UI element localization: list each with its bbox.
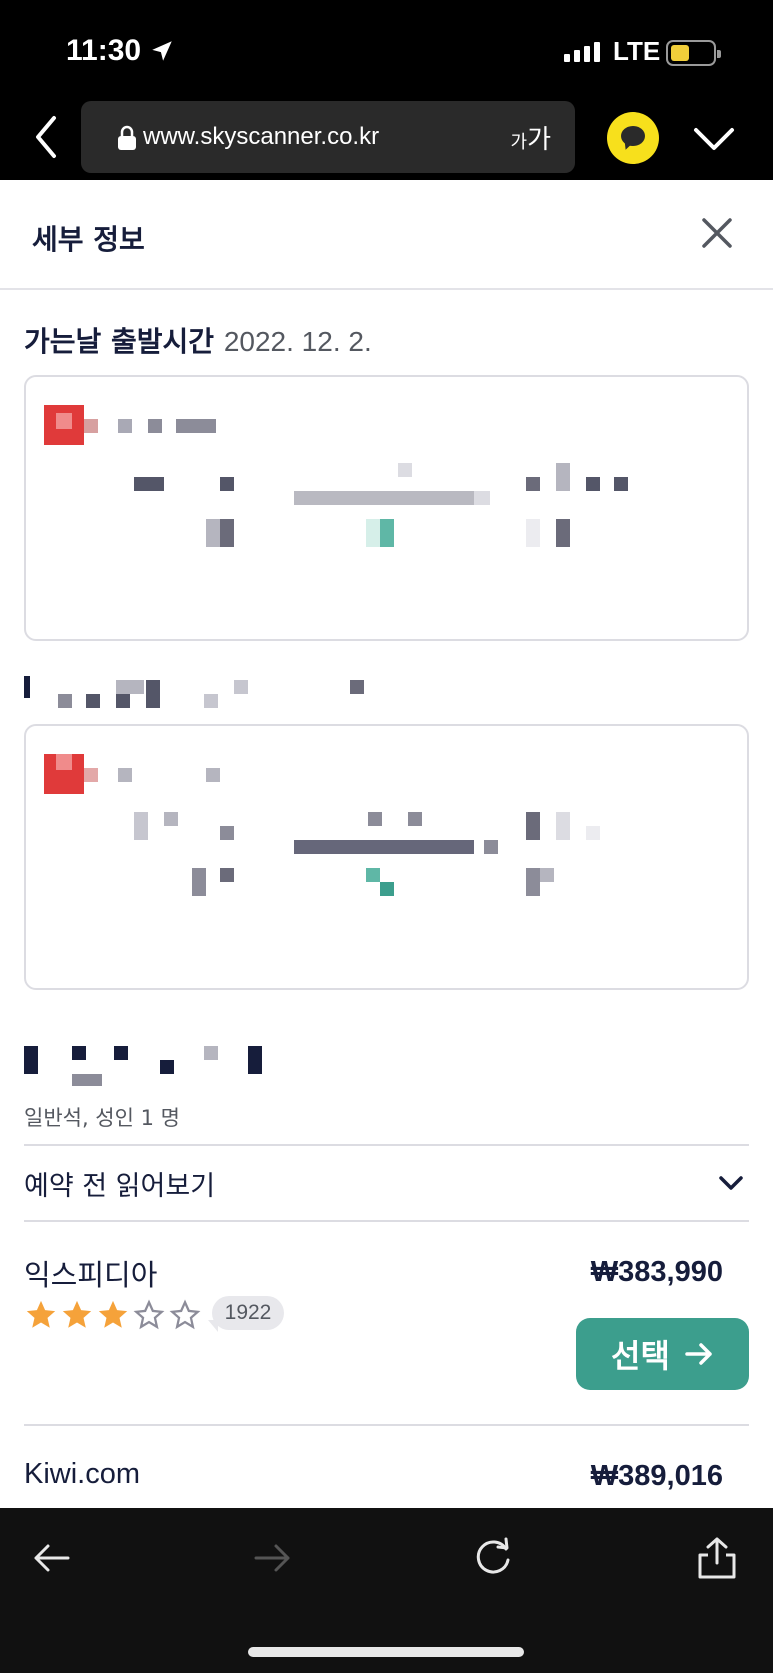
- provider-price: ₩389,016: [590, 1460, 723, 1492]
- flight-leg-card[interactable]: [24, 375, 749, 641]
- forward-arrow-icon[interactable]: [250, 1535, 296, 1581]
- star-empty-icon: [133, 1299, 165, 1330]
- flight-route-line: [294, 491, 474, 505]
- arrow-right-icon: [685, 1343, 712, 1365]
- text-size-button[interactable]: 가가: [511, 119, 551, 156]
- kakaotalk-share-button[interactable]: [607, 112, 659, 164]
- star-filled-icon: [98, 1300, 128, 1328]
- select-button[interactable]: 선택: [576, 1318, 749, 1390]
- star-filled-icon: [62, 1300, 92, 1328]
- page-title: 세부 정보: [32, 223, 145, 256]
- outbound-date: 2022. 12. 2.: [223, 326, 372, 357]
- clock: 11:30: [66, 34, 142, 67]
- star-filled-icon: [26, 1300, 56, 1328]
- divider: [24, 1424, 749, 1426]
- lock-icon: [118, 125, 136, 150]
- location-arrow-icon: [152, 41, 172, 61]
- review-count-badge: 1922: [212, 1296, 284, 1330]
- provider-rating: [24, 1298, 202, 1332]
- before-booking-toggle[interactable]: 예약 전 읽어보기: [24, 1164, 215, 1203]
- reload-icon[interactable]: [470, 1535, 516, 1581]
- share-icon[interactable]: [694, 1535, 740, 1581]
- star-empty-icon: [169, 1299, 201, 1330]
- browser-top-bar: 11:30 LTE www.skyscanner.co.kr 가가: [0, 0, 773, 180]
- status-bar: 11:30 LTE: [0, 30, 773, 80]
- url-text: www.skyscanner.co.kr: [143, 123, 380, 150]
- divider: [24, 1220, 749, 1222]
- provider-name: Kiwi.com: [24, 1458, 141, 1490]
- address-bar[interactable]: www.skyscanner.co.kr 가가: [81, 101, 575, 173]
- divider: [24, 1144, 749, 1146]
- close-icon[interactable]: [700, 216, 734, 250]
- battery-icon: [666, 40, 721, 66]
- back-arrow-icon[interactable]: [28, 1535, 74, 1581]
- provider-price: ₩383,990: [590, 1256, 723, 1288]
- chevron-down-icon[interactable]: [692, 122, 736, 154]
- home-indicator: [248, 1647, 524, 1657]
- flight-leg-card[interactable]: [24, 724, 749, 990]
- flight-route-line: [294, 840, 474, 854]
- detail-header: 세부 정보: [0, 180, 773, 290]
- signal-strength-icon: [564, 42, 600, 62]
- back-chevron-icon[interactable]: [28, 112, 64, 162]
- cabin-passenger-info: 일반석, 성인 1 명: [24, 1106, 180, 1130]
- provider-name: 익스피디아: [24, 1260, 158, 1292]
- outbound-heading: 가는날 출발시간 2022. 12. 2.: [24, 325, 372, 358]
- chevron-down-icon[interactable]: [716, 1172, 746, 1194]
- network-type: LTE: [613, 36, 661, 66]
